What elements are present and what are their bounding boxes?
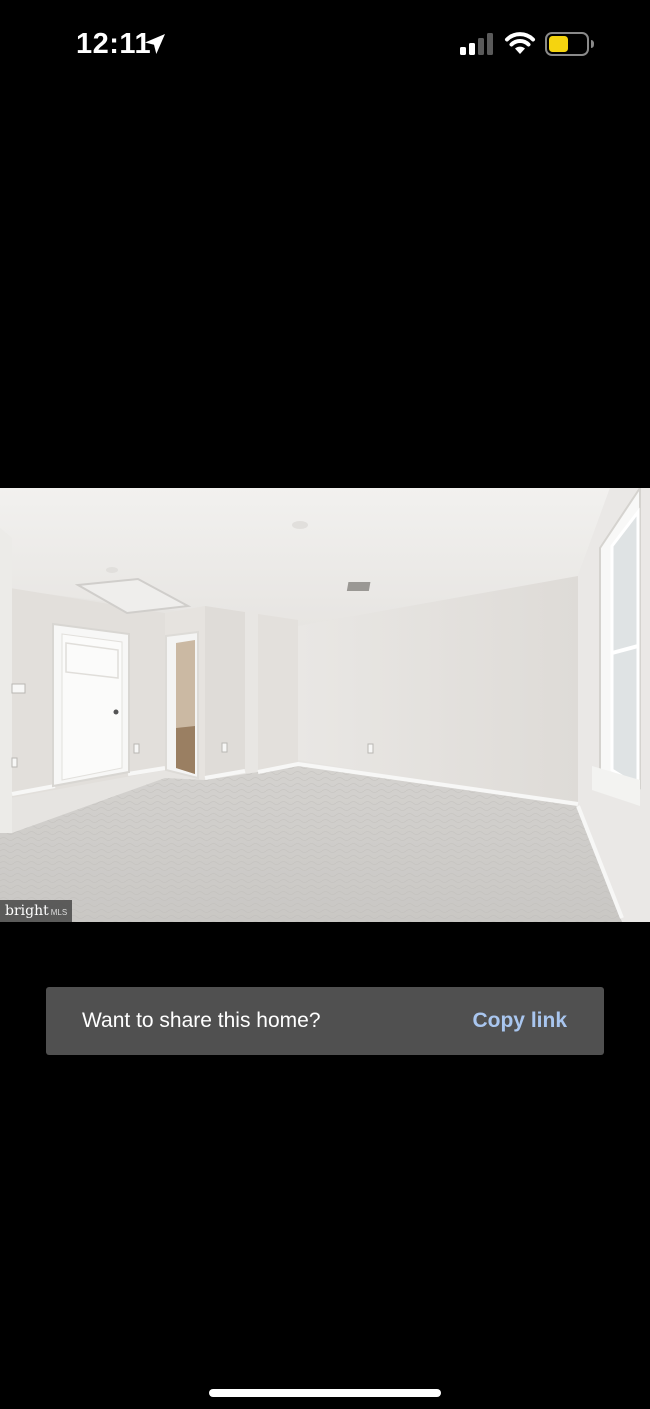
location-arrow-icon — [145, 34, 165, 54]
listing-photo[interactable]: bright MLS — [0, 488, 650, 922]
watermark-suffix: MLS — [50, 908, 68, 917]
home-indicator[interactable] — [209, 1389, 441, 1397]
mls-watermark: bright MLS — [0, 900, 73, 922]
status-time: 12:11 — [76, 28, 152, 60]
cellular-signal-icon — [460, 33, 493, 55]
battery-icon — [545, 32, 594, 56]
share-banner: Want to share this home? Copy link — [46, 987, 604, 1055]
copy-link-button[interactable]: Copy link — [472, 987, 567, 1055]
watermark-brand: bright — [5, 903, 49, 919]
room-image — [0, 488, 650, 922]
wifi-icon — [505, 32, 535, 54]
status-bar: 12:11 — [0, 0, 650, 90]
share-message: Want to share this home? — [82, 1009, 321, 1032]
